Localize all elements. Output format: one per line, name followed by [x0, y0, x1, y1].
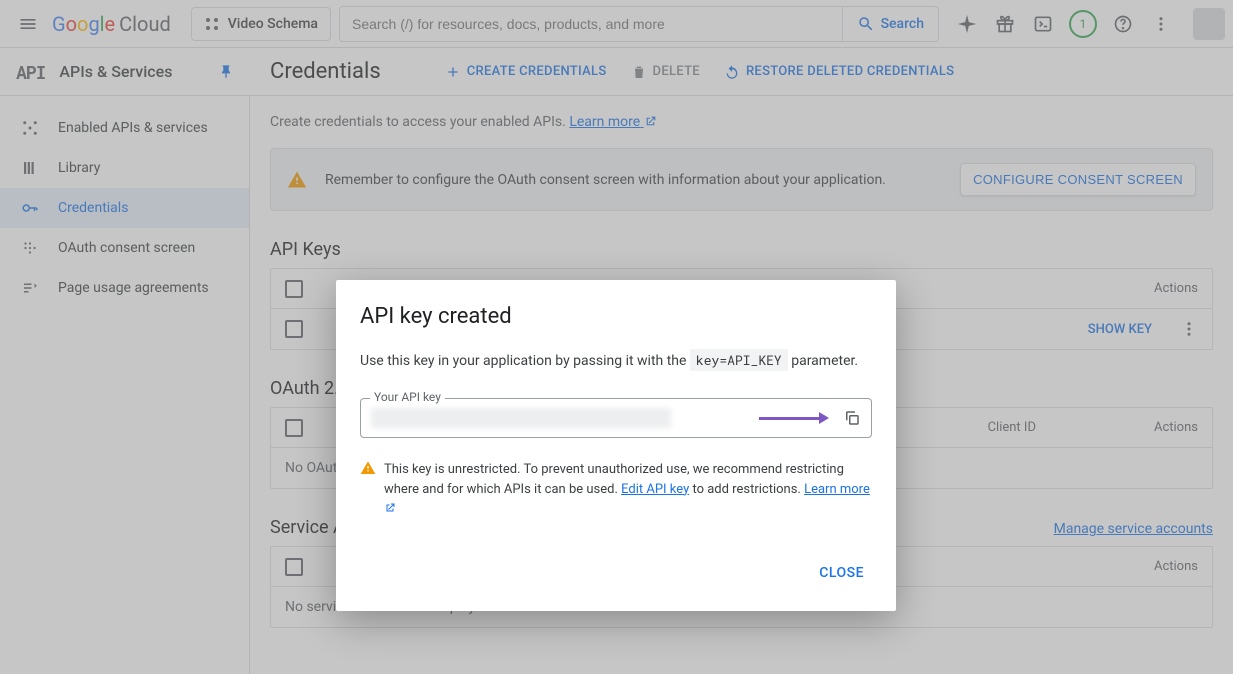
dialog-body: Use this key in your application by pass…	[360, 351, 872, 372]
external-link-icon	[384, 502, 396, 514]
api-key-created-dialog: API key created Use this key in your app…	[336, 280, 896, 611]
copy-icon[interactable]	[843, 409, 861, 427]
code-param: key=API_KEY	[690, 349, 788, 371]
annotation-arrow	[759, 412, 829, 424]
edit-api-key-link[interactable]: Edit API key	[621, 482, 689, 497]
dialog-title: API key created	[360, 304, 872, 329]
field-label: Your API key	[370, 390, 445, 404]
warning-icon	[360, 460, 376, 519]
api-key-field: Your API key	[360, 398, 872, 438]
dialog-warning: This key is unrestricted. To prevent una…	[360, 460, 872, 519]
close-button[interactable]: CLOSE	[811, 559, 872, 587]
api-key-value[interactable]	[371, 408, 671, 428]
